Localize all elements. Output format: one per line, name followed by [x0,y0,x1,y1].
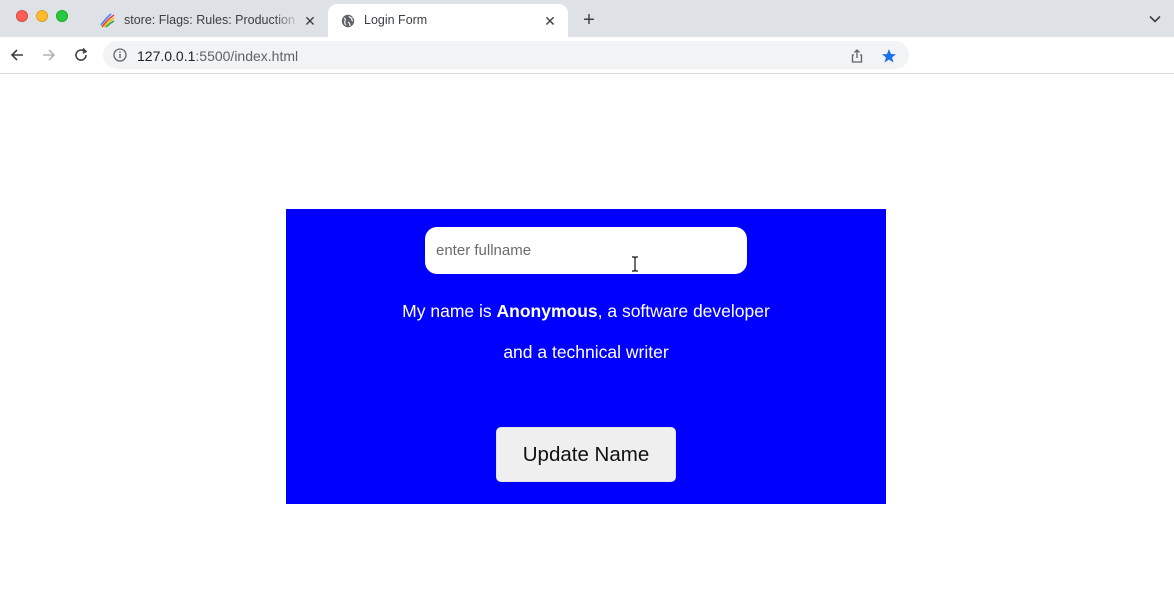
tab-title: store: Flags: Rules: Production [124,13,295,27]
update-name-button[interactable]: Update Name [496,427,676,482]
info-icon[interactable] [113,48,127,62]
bio-text: My name is Anonymous, a software develop… [286,291,886,373]
new-tab-button[interactable]: + [578,9,600,31]
fullname-input[interactable] [425,227,747,274]
page-viewport: My name is Anonymous, a software develop… [0,75,1174,602]
tab-login-form[interactable]: Login Form ✕ [328,4,568,37]
bio-line-1: My name is Anonymous, a software develop… [402,301,770,321]
tab-title: Login Form [364,13,428,27]
reload-icon[interactable] [71,45,91,65]
chevron-down-icon[interactable] [1148,12,1162,26]
close-window-button[interactable] [16,10,28,22]
profile-card: My name is Anonymous, a software develop… [286,209,886,504]
address-bar[interactable]: 127.0.0.1:5500/index.html [103,41,909,69]
rainbow-logo-icon [100,13,116,29]
maximize-window-button[interactable] [56,10,68,22]
back-arrow-icon[interactable] [7,45,27,65]
minimize-window-button[interactable] [36,10,48,22]
browser-toolbar: 127.0.0.1:5500/index.html {≡} P [0,37,1174,103]
close-icon[interactable]: ✕ [542,13,558,29]
globe-icon [340,13,356,29]
tab-strip: store: Flags: Rules: Production ✕ Login … [0,0,1174,37]
forward-arrow-icon[interactable] [39,45,59,65]
close-icon[interactable]: ✕ [302,13,318,29]
user-name: Anonymous [496,301,598,321]
bio-line-2: and a technical writer [503,342,669,362]
url-host: 127.0.0.1 [137,48,196,64]
url-text[interactable]: 127.0.0.1:5500/index.html [137,48,298,64]
tab-store-flags[interactable]: store: Flags: Rules: Production ✕ [88,4,328,37]
text-cursor-icon [632,256,638,272]
bookmark-star-icon[interactable] [881,48,897,64]
share-icon[interactable] [849,48,865,64]
url-path: :5500/index.html [195,48,299,64]
